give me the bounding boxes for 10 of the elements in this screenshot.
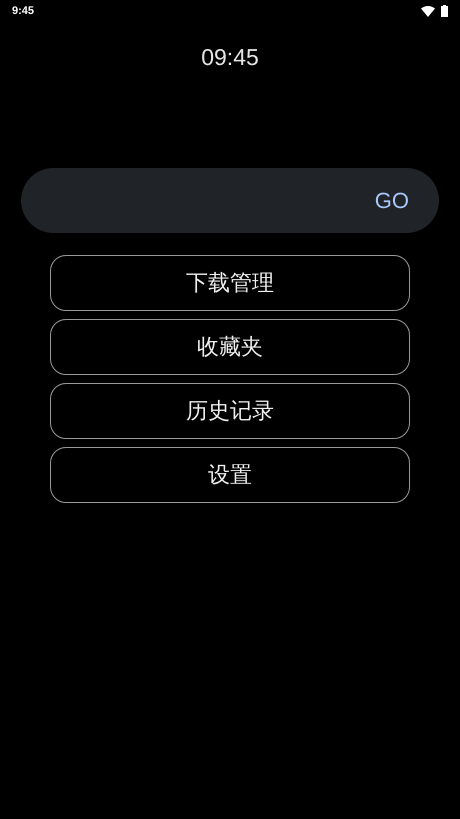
menu-button[interactable]: 下载管理 xyxy=(50,255,410,311)
status-time: 9:45 xyxy=(12,5,34,17)
menu-button[interactable]: 历史记录 xyxy=(50,383,410,439)
menu-button[interactable]: 设置 xyxy=(50,447,410,503)
go-button[interactable]: GO xyxy=(366,184,417,218)
wifi-icon xyxy=(421,6,435,16)
url-field[interactable]: GO xyxy=(21,168,439,233)
battery-icon xyxy=(441,5,448,17)
clock-time: 09:45 xyxy=(201,44,259,71)
menu-button[interactable]: 收藏夹 xyxy=(50,319,410,375)
